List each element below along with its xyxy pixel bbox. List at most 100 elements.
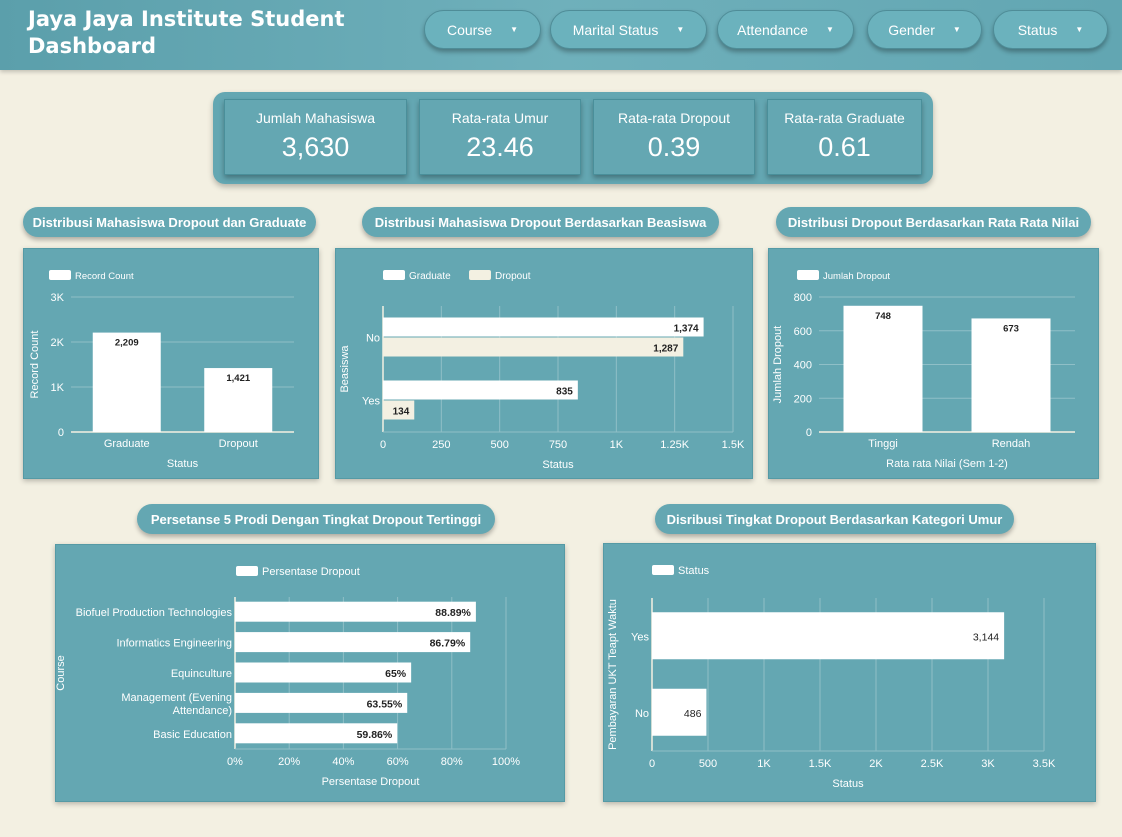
x-axis-title: Status: [542, 459, 574, 471]
kpi-label: Rata-rata Umur: [451, 110, 549, 126]
chart-dropout-graduate: 0 1K 2K 3K 2,209 Graduate 1,421 Dropout Status Re…: [29, 270, 294, 470]
data-label: 1,287: [653, 344, 678, 355]
chart-panel-top5-prodi: 0% 20% 40% 60% 80% 100% 88.89% Biofuel Producti…: [55, 544, 565, 802]
legend-label: Graduate: [409, 271, 451, 282]
x-tick-label: 750: [549, 439, 567, 451]
data-label: 673: [1003, 323, 1019, 334]
x-tick-label: 0%: [227, 756, 243, 768]
y-tick-label: No: [366, 333, 380, 345]
legend-label: Jumlah Dropout: [823, 271, 890, 282]
x-axis-title: Status: [832, 778, 864, 790]
chart-title-top5-prodi: Persetanse 5 Prodi Dengan Tingkat Dropou…: [137, 504, 495, 534]
data-label: 88.89%: [435, 607, 471, 619]
x-tick-label: Dropout: [219, 438, 258, 450]
kpi-value: 23.46: [466, 132, 534, 162]
data-label: 748: [875, 311, 891, 322]
x-tick-label: 500: [699, 758, 717, 770]
x-tick-label: 80%: [441, 756, 463, 768]
chart-top5-prodi: 0% 20% 40% 60% 80% 100% 88.89% Biofuel Producti…: [55, 566, 520, 788]
status-filter-label: Status: [1017, 21, 1058, 38]
y-axis-title: Beasiswa: [339, 345, 351, 393]
chart-title-dropout-graduate: Distribusi Mahasiswa Dropout dan Graduat…: [23, 207, 316, 237]
kpi-label: Rata-rata Graduate: [784, 110, 905, 126]
y-tick-label: 0: [806, 427, 812, 439]
data-label: 86.79%: [430, 638, 466, 650]
chart-panel-kategori-umur: 0 500 1K 1.5K 2K 2.5K 3K 3.5K 3,144 Yes 486 No Statu…: [603, 543, 1096, 802]
y-tick-label: 3K: [51, 292, 65, 304]
chart-rata-nilai: 0 200 400 600 800 748 Tinggi 673 Rendah Rata rata…: [772, 270, 1075, 470]
x-tick-label: 1K: [610, 439, 624, 451]
chart-title-beasiswa: Distribusi Mahasiswa Dropout Berdasarkan…: [362, 207, 719, 237]
x-tick-label: 2.5K: [921, 758, 944, 770]
bar: [971, 318, 1051, 432]
legend-label: Persentase Dropout: [262, 566, 360, 578]
y-tick-label: 0: [58, 427, 64, 439]
page-title: Jaya Jaya Institute Student Dashboard: [28, 7, 345, 58]
x-tick-label: 500: [490, 439, 508, 451]
legend-swatch: [383, 270, 405, 280]
x-tick-label: Graduate: [104, 438, 150, 450]
x-tick-label: 0: [649, 758, 655, 770]
legend-label: Record Count: [75, 271, 134, 282]
chart-panel-beasiswa: 0 250 500 750 1K 1.25K 1.5K 1,374 1,287 No 835 134 Y…: [335, 248, 753, 479]
x-tick-label: 100%: [492, 756, 520, 768]
chart-kategori-umur: 0 500 1K 1.5K 2K 2.5K 3K 3.5K 3,144 Yes 486 No Statu…: [607, 565, 1056, 790]
data-label: 486: [684, 708, 702, 720]
y-tick-label: 400: [794, 360, 812, 372]
y-tick-label: Equinculture: [171, 668, 232, 680]
bar: [383, 380, 578, 400]
kpi-card-rata-rata-graduate: Rata-rata Graduate 0.61: [767, 99, 922, 175]
bar: [652, 612, 1005, 660]
x-tick-label: 3.5K: [1033, 758, 1056, 770]
kpi-card-rata-rata-umur: Rata-rata Umur 23.46: [419, 99, 581, 175]
x-tick-label: 60%: [387, 756, 409, 768]
bar: [383, 337, 684, 357]
y-tick-label: Basic Education: [153, 729, 232, 741]
chevron-down-icon: ▼: [510, 25, 519, 34]
legend-swatch: [469, 270, 491, 280]
data-label: 134: [393, 407, 410, 418]
y-tick-label: 800: [794, 292, 812, 304]
marital-status-filter-dropdown[interactable]: Marital Status ▼: [550, 10, 707, 49]
status-filter-dropdown[interactable]: Status ▼: [993, 10, 1108, 49]
y-axis-title: Course: [56, 655, 67, 690]
data-label: 1,374: [674, 324, 699, 335]
chart-title-kategori-umur: Disribusi Tingkat Dropout Berdasarkan Ka…: [655, 504, 1014, 534]
y-tick-label: Informatics Engineering: [116, 638, 232, 650]
y-tick-label: 600: [794, 326, 812, 338]
chevron-down-icon: ▼: [825, 25, 834, 34]
kpi-container: Jumlah Mahasiswa 3,630 Rata-rata Umur 23…: [213, 92, 933, 184]
y-axis-title: Pembayaran UKT Teapt Waktu: [607, 599, 619, 750]
chart-beasiswa: 0 250 500 750 1K 1.25K 1.5K 1,374 1,287 No 835 134 Y…: [339, 270, 745, 471]
kpi-value: 0.61: [818, 132, 871, 162]
data-label: 59.86%: [357, 729, 393, 741]
attendance-filter-dropdown[interactable]: Attendance ▼: [717, 10, 854, 49]
kpi-card-rata-rata-dropout: Rata-rata Dropout 0.39: [593, 99, 755, 175]
chevron-down-icon: ▼: [952, 25, 961, 34]
kpi-label: Rata-rata Dropout: [617, 110, 731, 126]
data-label: 3,144: [973, 631, 999, 643]
y-axis-title: Jumlah Dropout: [772, 326, 784, 404]
bar: [383, 317, 704, 337]
kpi-value: 0.39: [647, 132, 701, 162]
legend-label: Status: [678, 565, 710, 577]
data-label: 835: [556, 387, 573, 398]
y-tick-label: 2K: [51, 337, 65, 349]
x-tick-label: 0: [380, 439, 386, 451]
y-axis-title: Record Count: [29, 331, 41, 399]
x-axis-title: Persentase Dropout: [322, 776, 420, 788]
chevron-down-icon: ▼: [676, 25, 685, 34]
attendance-filter-label: Attendance: [737, 21, 808, 38]
gender-filter-dropdown[interactable]: Gender ▼: [867, 10, 982, 49]
data-label: 65%: [385, 668, 407, 680]
y-tick-label: 200: [794, 393, 812, 405]
y-tick-label: Yes: [362, 396, 380, 408]
data-label: 1,421: [226, 373, 250, 384]
legend-swatch: [652, 565, 674, 575]
x-tick-label: 1.5K: [722, 439, 745, 451]
x-tick-label: 3K: [981, 758, 995, 770]
course-filter-dropdown[interactable]: Course ▼: [424, 10, 541, 49]
y-tick-label: Management (Evening: [121, 692, 232, 704]
bar: [843, 305, 923, 432]
x-tick-label: 1.5K: [809, 758, 832, 770]
